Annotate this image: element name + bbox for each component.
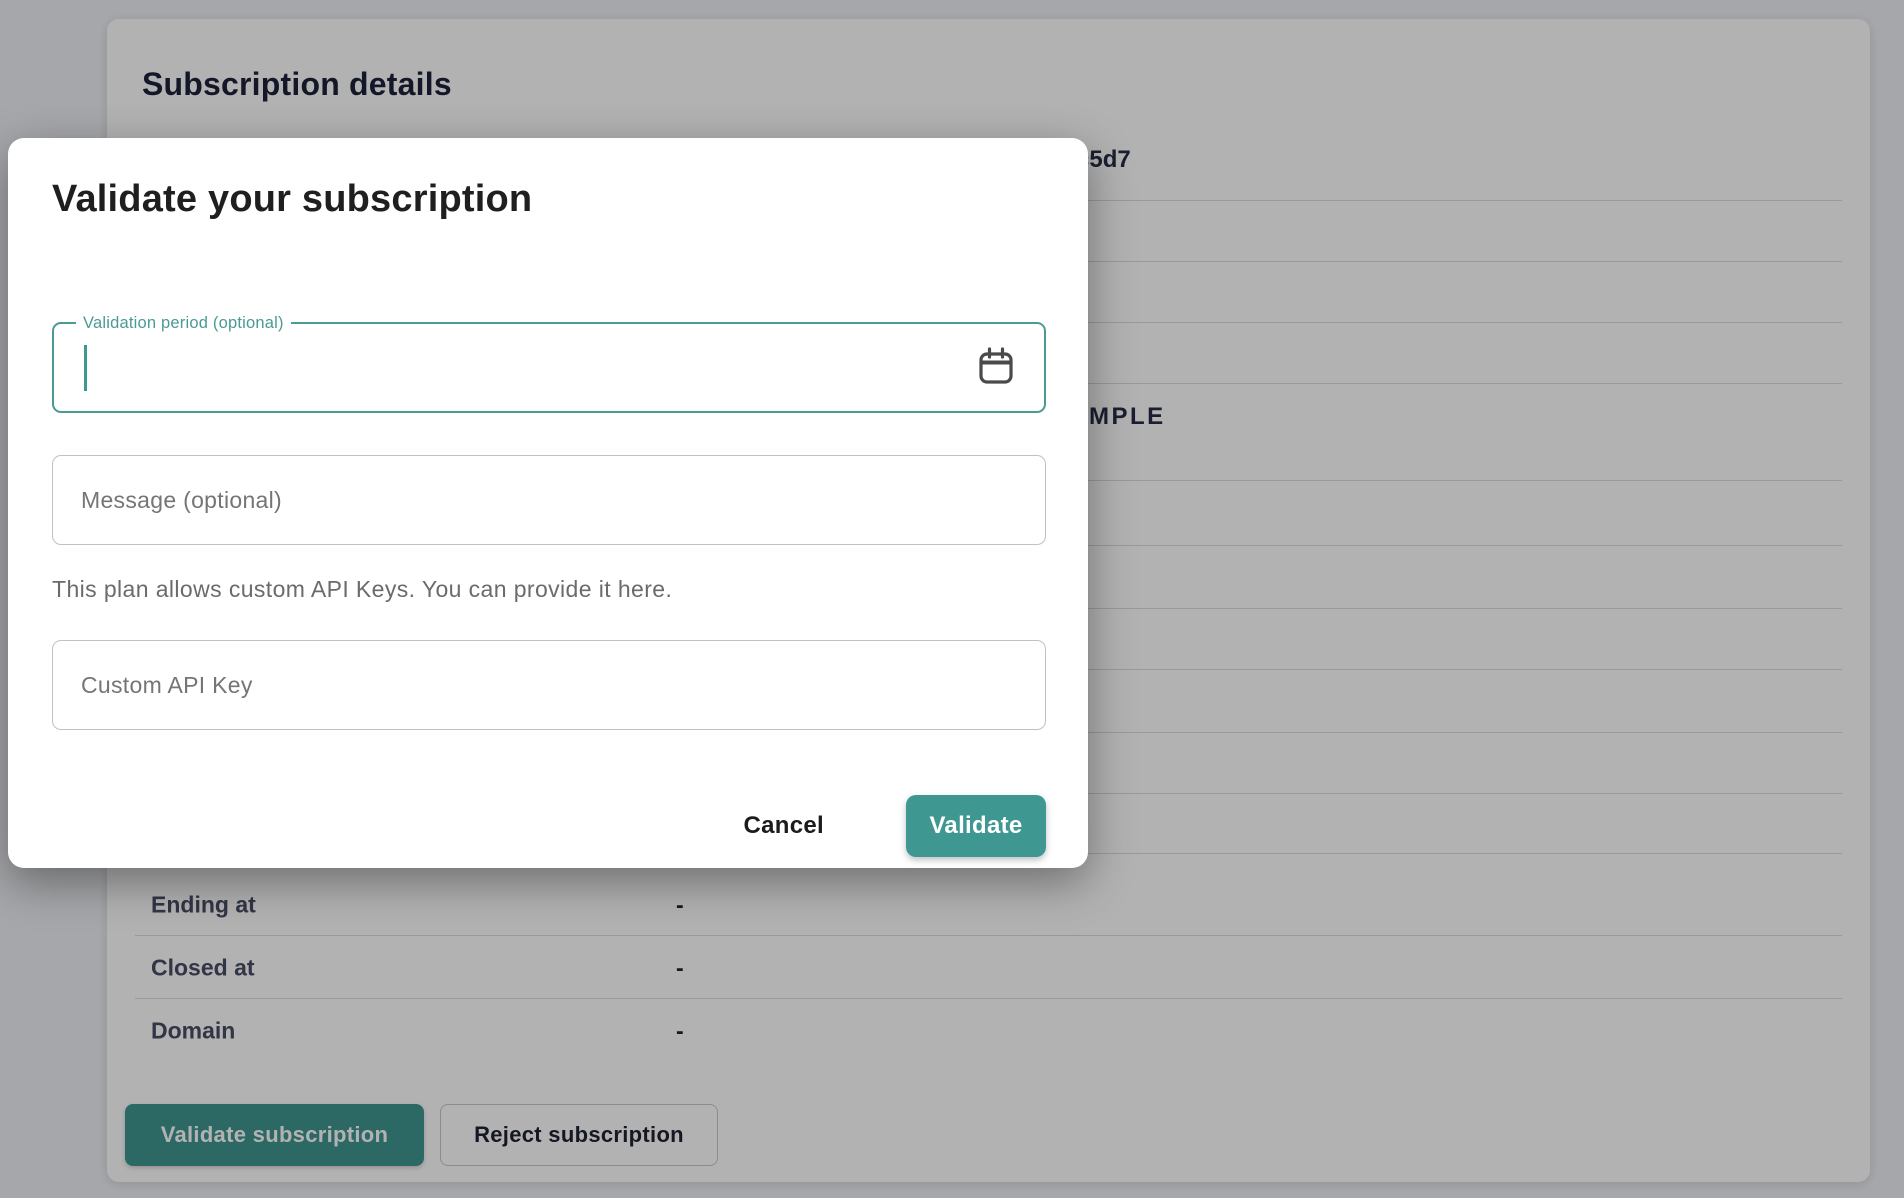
- custom-api-key-field[interactable]: [52, 640, 1046, 730]
- calendar-button[interactable]: [970, 342, 1022, 394]
- custom-api-key-input[interactable]: [81, 641, 1017, 729]
- message-input[interactable]: [81, 456, 1017, 544]
- api-key-helper-text: This plan allows custom API Keys. You ca…: [52, 576, 672, 603]
- page: Subscription details c5d7 MPLE Ending at…: [0, 0, 1904, 1198]
- validate-subscription-dialog: Validate your subscription Validation pe…: [8, 138, 1088, 868]
- validation-period-field[interactable]: Validation period (optional): [52, 322, 1046, 413]
- message-field[interactable]: [52, 455, 1046, 545]
- calendar-icon: [974, 344, 1018, 388]
- dialog-actions: Cancel Validate: [8, 795, 1088, 857]
- validate-button[interactable]: Validate: [906, 795, 1046, 857]
- cancel-button[interactable]: Cancel: [725, 795, 842, 857]
- validation-period-input[interactable]: [82, 324, 954, 411]
- dialog-title: Validate your subscription: [52, 178, 532, 221]
